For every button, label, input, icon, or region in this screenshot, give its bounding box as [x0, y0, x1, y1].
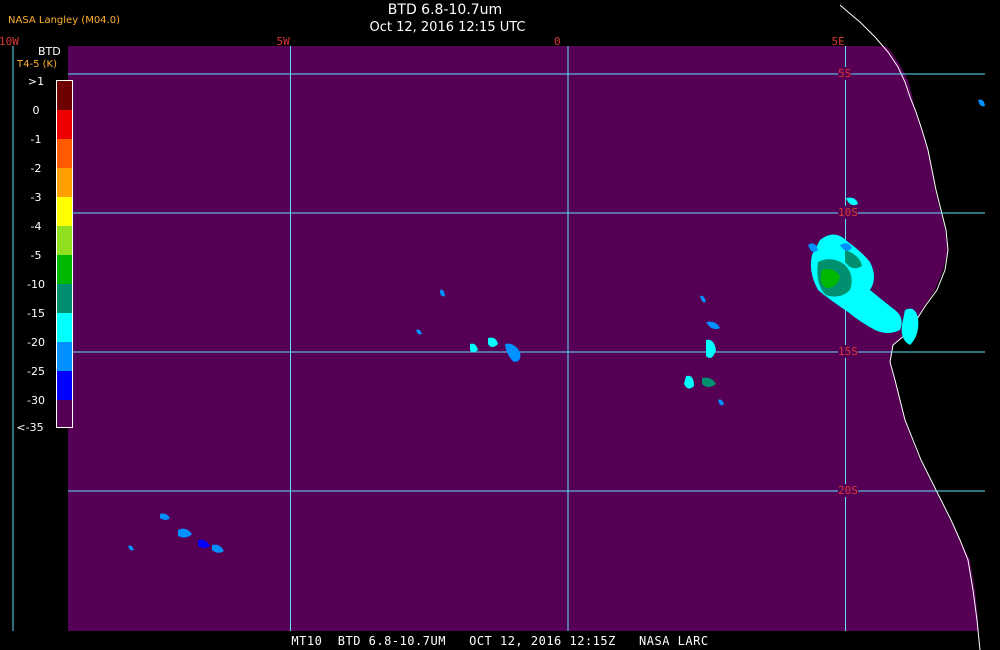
latitude-label: 15S: [838, 345, 858, 358]
legend-swatch: [57, 139, 72, 168]
legend-label: -10: [27, 278, 45, 291]
latitude-label: 20S: [838, 484, 858, 497]
legend-label: <-35: [16, 421, 44, 434]
legend-swatch: [57, 226, 72, 255]
legend-swatch: [57, 110, 72, 139]
legend-label: -5: [30, 249, 42, 262]
latitude-label: 10S: [838, 206, 858, 219]
legend-unit: T4-5 (K): [17, 59, 57, 70]
legend-label: -20: [27, 336, 45, 349]
legend-label: -1: [30, 133, 42, 146]
image-timestamp: Oct 12, 2016 12:15 UTC: [369, 20, 526, 35]
legend-label: 0: [32, 104, 40, 117]
longitude-label: 10W: [0, 35, 19, 48]
longitude-label: 0: [554, 35, 561, 48]
legend-swatch: [57, 284, 72, 313]
legend-label: -2: [30, 162, 42, 175]
legend-swatch: [57, 371, 72, 400]
latitude-label: 5S: [838, 67, 852, 80]
legend-swatch: [57, 342, 72, 371]
footer-caption: MT10 BTD 6.8-10.7UM OCT 12, 2016 12:15Z …: [291, 634, 709, 648]
legend-title: BTD: [38, 45, 61, 58]
agency-label: NASA Langley (M04.0): [8, 15, 120, 26]
legend-label: -25: [27, 365, 45, 378]
legend-label: -4: [30, 220, 42, 233]
color-scale-bar: [56, 80, 73, 428]
legend-swatch: [57, 255, 72, 284]
legend-label: >1: [27, 75, 45, 88]
satellite-map[interactable]: [0, 0, 1000, 650]
satellite-image-viewer: NASA Langley (M04.0) BTD 6.8-10.7um Oct …: [0, 0, 1000, 650]
image-title: BTD 6.8-10.7um: [387, 2, 503, 18]
legend-label: -15: [27, 307, 45, 320]
longitude-label: 5W: [276, 35, 290, 48]
legend-swatch: [57, 81, 72, 110]
longitude-label: 5E: [831, 35, 845, 48]
legend-swatch: [57, 400, 72, 427]
legend-label: -3: [30, 191, 42, 204]
legend-label: -30: [27, 394, 45, 407]
legend-swatch: [57, 197, 72, 226]
legend-swatch: [57, 313, 72, 342]
legend-swatch: [57, 168, 72, 197]
